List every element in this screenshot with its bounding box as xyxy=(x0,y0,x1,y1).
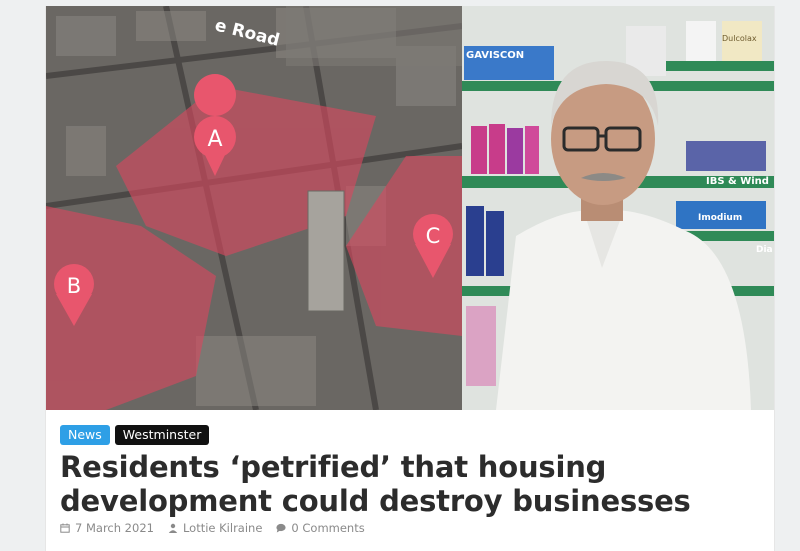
shelf-label-ibs: IBS & Wind xyxy=(706,176,769,187)
article-meta: 7 March 2021 Lottie Kilraine 0 Comments xyxy=(60,521,365,535)
user-icon xyxy=(168,523,178,533)
featured-image[interactable]: e Road A B C GAVISCON Dulcolax IBS & Win… xyxy=(46,6,774,410)
article-comments: 0 Comments xyxy=(291,521,365,535)
category-tag-news[interactable]: News xyxy=(60,425,110,445)
page: e Road A B C GAVISCON Dulcolax IBS & Win… xyxy=(0,0,800,551)
featured-image-graphic: e Road A B C GAVISCON Dulcolax IBS & Win… xyxy=(46,6,774,410)
comment-icon xyxy=(276,523,287,533)
svg-text:B: B xyxy=(67,274,81,298)
author-meta[interactable]: Lottie Kilraine xyxy=(168,521,262,535)
category-tag-westminster[interactable]: Westminster xyxy=(114,425,210,445)
shelf-label-imodium: Imodium xyxy=(698,213,742,223)
article-author: Lottie Kilraine xyxy=(182,521,263,535)
category-tags: News Westminster xyxy=(60,425,210,445)
article-date: 7 March 2021 xyxy=(75,521,154,535)
svg-text:A: A xyxy=(207,127,222,152)
article-title[interactable]: Residents ‘petrified’ that housing devel… xyxy=(60,450,760,518)
svg-text:C: C xyxy=(426,224,441,248)
date-meta[interactable]: 7 March 2021 xyxy=(60,521,154,535)
comments-meta[interactable]: 0 Comments xyxy=(276,521,365,535)
shelf-label-dulcolax: Dulcolax xyxy=(722,34,757,43)
shelf-label-gaviscon: GAVISCON xyxy=(466,50,524,61)
article-card: e Road A B C GAVISCON Dulcolax IBS & Win… xyxy=(45,6,775,551)
shelf-label-dia: Dia xyxy=(756,245,773,255)
calendar-icon xyxy=(60,523,70,533)
